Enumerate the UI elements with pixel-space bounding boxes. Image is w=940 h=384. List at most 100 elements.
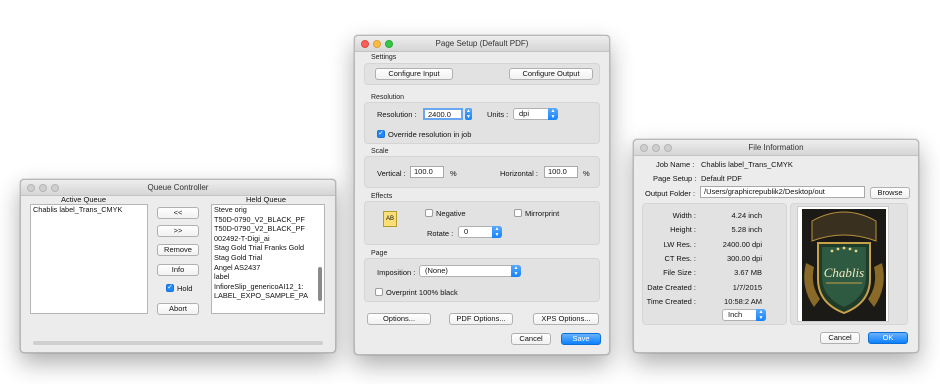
held-queue-item[interactable]: 002492-T-Digi_ai — [212, 234, 324, 244]
output-folder-input[interactable]: /Users/graphicrepublik2/Desktop/out — [700, 186, 865, 198]
file-detail-value: 2400.00 dpi — [722, 239, 762, 249]
resolution-field-label: Resolution : — [377, 110, 417, 119]
file-detail-value: 5.28 inch — [731, 225, 762, 235]
chevron-up-down-icon: ▲ ▼ — [548, 108, 558, 120]
close-window-button[interactable] — [640, 144, 648, 152]
units-value: dpi — [519, 109, 530, 118]
vertical-scale-input[interactable]: 100.0 — [410, 166, 444, 178]
browse-button[interactable]: Browse — [870, 187, 910, 199]
file-detail-value: 1/7/2015 — [732, 282, 762, 292]
units-select[interactable]: dpi ▲ ▼ — [513, 108, 558, 120]
held-queue-item[interactable]: InfioreSlip_genericoAI12_1: — [212, 282, 324, 292]
file-detail-value: 300.00 dpi — [726, 253, 762, 263]
job-name-value: Chablis label_Trans_CMYK — [701, 160, 793, 169]
job-name-label: Job Name : — [656, 160, 695, 169]
chevron-up-down-icon: ▲ ▼ — [756, 309, 766, 321]
configure-output-button[interactable]: Configure Output — [509, 68, 593, 80]
pdf-options-button[interactable]: PDF Options... — [449, 313, 513, 325]
xps-options-button[interactable]: XPS Options... — [533, 313, 599, 325]
file-information-window: File Information Job Name : Chablis labe… — [633, 139, 919, 353]
held-queue-item[interactable]: Stag Gold Trial — [212, 253, 324, 263]
held-queue-item[interactable]: Stag Gold Trial Franks Gold — [212, 243, 324, 253]
horizontal-label: Horizontal : — [500, 169, 538, 178]
active-queue-item[interactable]: Chablis label_Trans_CMYK — [31, 205, 147, 215]
close-window-button[interactable] — [27, 184, 35, 192]
label-preview-image: Chablis — [797, 206, 889, 322]
move-to-held-button[interactable]: >> — [157, 225, 199, 237]
hold-checkbox[interactable]: ✓ — [166, 284, 174, 292]
move-to-active-button[interactable]: << — [157, 207, 199, 219]
vertical-percent: % — [450, 169, 457, 178]
remove-button[interactable]: Remove — [157, 244, 199, 256]
overprint-checkbox[interactable] — [375, 288, 383, 296]
rotate-label: Rotate : — [427, 229, 454, 238]
file-detail-value: 10:58:2 AM — [724, 296, 762, 306]
held-queue-item[interactable]: T50D-0790_V2_BLACK_PF — [212, 224, 324, 234]
minimize-window-button[interactable] — [373, 40, 381, 48]
zoom-window-button[interactable] — [385, 40, 393, 48]
held-queue-item[interactable]: label — [212, 272, 324, 282]
chevron-up-down-icon: ▲ ▼ — [492, 226, 502, 238]
close-window-button[interactable] — [361, 40, 369, 48]
save-button[interactable]: Save — [561, 333, 601, 345]
rotate-select[interactable]: 0 ▲ ▼ — [458, 226, 502, 238]
override-resolution-label: Override resolution in job — [388, 130, 472, 139]
horizontal-scrollbar[interactable] — [33, 341, 323, 345]
held-queue-item[interactable]: T50D-0790_V2_BLACK_PF — [212, 215, 324, 225]
configure-input-button[interactable]: Configure Input — [375, 68, 453, 80]
file-detail-value: 4.24 inch — [731, 211, 762, 220]
ok-button[interactable]: OK — [868, 332, 908, 344]
held-queue-list[interactable]: Steve orig T50D-0790_V2_BLACK_PF T50D-0790… — [211, 204, 325, 314]
cancel-button[interactable]: Cancel — [511, 333, 551, 345]
minimize-window-button[interactable] — [652, 144, 660, 152]
file-detail-label: File Size : — [663, 268, 696, 278]
file-detail-label: Time Created : — [646, 296, 696, 306]
file-details-group — [642, 203, 787, 325]
mirrorprint-label: Mirrorprint — [525, 209, 560, 218]
mirrorprint-checkbox[interactable] — [514, 209, 522, 217]
overprint-label: Overprint 100% black — [386, 288, 458, 297]
unit-select[interactable]: Inch ▲ ▼ — [722, 309, 766, 321]
options-button[interactable]: Options... — [367, 313, 431, 325]
imposition-label: Imposition : — [377, 268, 416, 277]
scale-group-label: Scale — [371, 148, 389, 155]
zoom-window-button[interactable] — [51, 184, 59, 192]
held-queue-item[interactable]: Angel AS2437 — [212, 263, 324, 273]
page-setup-value: Default PDF — [701, 174, 742, 183]
horizontal-scale-input[interactable]: 100.0 — [544, 166, 578, 178]
page-setup-label: Page Setup : — [653, 174, 697, 183]
unit-value: Inch — [728, 310, 743, 319]
held-queue-item[interactable]: LABEL_EXPO_SAMPLE_PA — [212, 291, 324, 301]
override-resolution-checkbox[interactable]: ✓ — [377, 130, 385, 138]
abort-button[interactable]: Abort — [157, 303, 199, 315]
page-setup-window: Page Setup (Default PDF) Settings Config… — [354, 35, 610, 355]
preview-label-text: Chablis — [824, 265, 864, 280]
file-detail-value: 3.67 MB — [734, 268, 762, 278]
file-detail-label: Width : — [672, 211, 696, 220]
horizontal-percent: % — [583, 169, 590, 178]
active-queue-header: Active Queue — [61, 195, 107, 204]
info-button[interactable]: Info — [157, 264, 199, 276]
effects-group — [364, 201, 600, 245]
zoom-window-button[interactable] — [664, 144, 672, 152]
title-bar: File Information — [634, 140, 918, 156]
window-title: Page Setup (Default PDF) — [435, 39, 529, 48]
resolution-input[interactable]: 2400.0 — [423, 108, 463, 120]
cancel-button[interactable]: Cancel — [820, 332, 860, 344]
imposition-select[interactable]: (None) ▲ ▼ — [419, 265, 521, 277]
file-detail-label: Date Created : — [647, 282, 696, 292]
chablis-label-artwork: Chablis — [802, 209, 886, 321]
file-detail-label: Height : — [670, 225, 696, 235]
held-queue-item[interactable]: Steve orig — [212, 205, 324, 215]
negative-checkbox[interactable] — [425, 209, 433, 217]
resolution-stepper[interactable]: ▲ ▼ — [465, 108, 472, 120]
title-bar: Queue Controller — [21, 180, 335, 196]
minimize-window-button[interactable] — [39, 184, 47, 192]
negative-label: Negative — [436, 209, 466, 218]
active-queue-list[interactable]: Chablis label_Trans_CMYK — [30, 204, 148, 314]
window-title: Queue Controller — [147, 183, 209, 192]
held-queue-header: Held Queue — [246, 195, 287, 204]
held-list-scrollbar[interactable] — [318, 267, 322, 301]
hold-label: Hold — [177, 284, 193, 293]
resolution-group-label: Resolution — [371, 94, 405, 101]
